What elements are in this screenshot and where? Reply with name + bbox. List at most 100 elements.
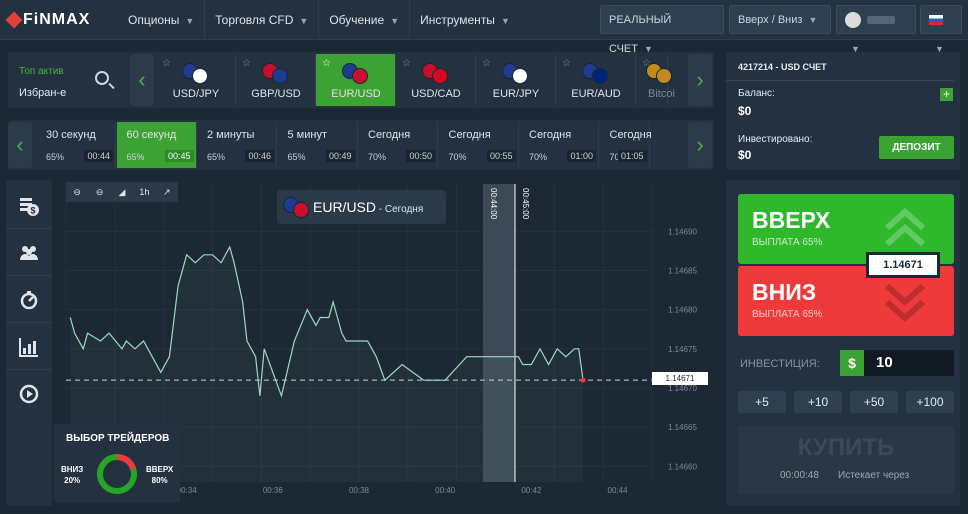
users-icon: [20, 246, 38, 260]
invested-value: $0: [738, 148, 752, 162]
traders-up-pct: 80%: [151, 476, 168, 485]
expiry-tab[interactable]: 5 минут 65% 00:49: [278, 122, 358, 168]
add-100-button[interactable]: +100: [906, 391, 954, 413]
favorites-selector[interactable]: Избран-е: [19, 87, 66, 99]
option-mode-label: Вверх / Вниз: [738, 14, 803, 26]
star-icon[interactable]: ☆: [562, 58, 571, 69]
chart-asset-title[interactable]: EUR/USD - Сегодня: [277, 190, 446, 224]
expiry-tab[interactable]: Сегодня 70% 01:00: [519, 122, 599, 168]
invested-label: Инвестировано:: [738, 134, 813, 145]
menu-tools-label: Инструменты: [420, 13, 495, 27]
user-menu[interactable]: ▼: [836, 5, 916, 54]
top-navigation-bar: FiNMAX Опционы ▼ Торговля CFD ▼ Обучение ▼ …: [0, 0, 968, 55]
top-asset-label: Топ актив: [19, 66, 64, 77]
currency-flag-icon: [262, 63, 292, 84]
tool-social-button[interactable]: [6, 229, 52, 277]
asset-tab[interactable]: ☆ USD/CAD: [396, 54, 476, 106]
asset-tab[interactable]: ☆ USD/JPY: [156, 54, 236, 106]
buy-button[interactable]: КУПИТЬ 00:00:48 Истекает через: [738, 426, 954, 494]
russia-flag-icon: [929, 15, 943, 26]
zoom-out-icon[interactable]: ⊖: [66, 182, 88, 202]
expiry-tab[interactable]: Сегодня 70% 00:55: [439, 122, 519, 168]
timeframe-button[interactable]: 1h: [133, 182, 155, 202]
expiry-scroll-left-button[interactable]: ‹: [8, 122, 32, 168]
tool-stats-button[interactable]: [6, 323, 52, 371]
expiry-time: 00:55: [486, 150, 516, 162]
expiry-payout: 65%: [287, 152, 306, 162]
expiry-tab-label: Сегодня: [368, 129, 411, 141]
double-chevron-up-icon: [885, 208, 925, 247]
star-icon[interactable]: ☆: [402, 58, 411, 69]
expiry-payout: 70%: [529, 152, 548, 162]
add-50-button[interactable]: +50: [850, 391, 898, 413]
language-selector[interactable]: ▼: [920, 5, 962, 54]
coins-icon: $: [20, 198, 39, 216]
traders-up-label: ВВЕРХ: [146, 465, 174, 474]
investment-input[interactable]: $ 10: [840, 350, 954, 376]
expiry-tab[interactable]: Сегодня70%01:05: [600, 122, 652, 168]
chevron-down-icon: ▼: [500, 16, 510, 26]
up-payout: ВЫПЛАТА 65%: [752, 237, 823, 248]
balance-value: $0: [738, 104, 752, 118]
zoom-in-icon[interactable]: ⊖: [88, 182, 110, 202]
svg-text:$: $: [30, 206, 35, 216]
finmax-logo[interactable]: FiNMAX: [5, 10, 91, 30]
down-payout: ВЫПЛАТА 65%: [752, 309, 823, 320]
asset-scroll-left-button[interactable]: ‹: [130, 54, 154, 106]
expiry-tab[interactable]: 30 секунд 65% 00:44: [36, 122, 116, 168]
asset-tab[interactable]: ☆ EUR/USD: [316, 54, 396, 106]
menu-options[interactable]: Опционы ▼: [118, 0, 206, 40]
traders-up: ВВЕРХ 80%: [146, 464, 173, 486]
asset-tab[interactable]: ☆ Bitcoi: [636, 54, 675, 106]
asset-tab[interactable]: ☆ EUR/JPY: [476, 54, 556, 106]
expiry-tab-label: 30 секунд: [46, 129, 96, 141]
area-chart-icon[interactable]: ◢: [111, 182, 133, 202]
expiry-tab-label: Сегодня: [529, 129, 572, 141]
expiry-tab[interactable]: Сегодня 70% 00:50: [358, 122, 438, 168]
asset-tab-label: GBP/USD: [251, 88, 301, 100]
account-title: 4217214 - USD СЧЕТ: [738, 62, 827, 72]
bar-chart-icon: [19, 338, 38, 357]
menu-options-label: Опционы: [128, 13, 180, 27]
currency-flag-icon: [422, 63, 452, 84]
menu-cfd-trading[interactable]: Торговля CFD ▼: [205, 0, 320, 40]
menu-tools[interactable]: Инструменты ▼: [410, 0, 520, 40]
buy-label: КУПИТЬ: [797, 434, 895, 461]
traders-donut: [97, 454, 137, 494]
tool-assets-button[interactable]: $: [6, 182, 52, 230]
expiry-tab-label: Сегодня: [609, 129, 652, 141]
star-icon[interactable]: ☆: [482, 58, 491, 69]
expiry-time: 01:00: [567, 150, 596, 162]
asset-scroll-right-button[interactable]: ›: [688, 54, 712, 106]
asset-tab[interactable]: ☆ EUR/AUD: [556, 54, 636, 106]
expiry-tab[interactable]: 2 минуты 65% 00:46: [197, 122, 277, 168]
asset-search-button[interactable]: [84, 54, 124, 106]
account-type-dropdown[interactable]: РЕАЛЬНЫЙ СЧЕТ ▼: [600, 5, 724, 55]
expiry-tab[interactable]: 60 секунд 65% 00:45: [116, 122, 197, 168]
logo-text: FiNMAX: [23, 11, 91, 28]
expiry-scroll-right-button[interactable]: ›: [688, 122, 712, 168]
expiry-tab-label: 60 секунд: [126, 129, 177, 141]
expiry-tab-label: Сегодня: [448, 129, 491, 141]
star-icon[interactable]: ☆: [162, 58, 171, 69]
balance-label: Баланс:: [738, 88, 775, 99]
tool-video-button[interactable]: [6, 370, 52, 418]
expiry-payout: 70%: [368, 152, 387, 162]
chart-toolbar: ⊖ ⊖ ◢ 1h ↗: [66, 182, 178, 202]
logo-mark-icon: [5, 11, 23, 29]
asset-tab[interactable]: ☆ GBP/USD: [236, 54, 316, 106]
line-chart-icon[interactable]: ↗: [156, 182, 178, 202]
asset-tab-label: EUR/AUD: [571, 88, 621, 100]
user-name-masked: [867, 16, 895, 25]
expiry-time: 00:46: [245, 150, 274, 162]
star-icon[interactable]: ☆: [242, 58, 251, 69]
star-icon[interactable]: ☆: [322, 58, 331, 69]
add-5-button[interactable]: +5: [738, 391, 786, 413]
deposit-button[interactable]: ДЕПОЗИТ: [879, 136, 954, 159]
option-mode-dropdown[interactable]: Вверх / Вниз ▼: [729, 5, 831, 34]
add-funds-button[interactable]: +: [940, 88, 953, 101]
add-10-button[interactable]: +10: [794, 391, 842, 413]
menu-education-label: Обучение: [329, 13, 385, 27]
menu-education[interactable]: Обучение ▼: [319, 0, 411, 40]
tool-history-button[interactable]: [6, 276, 52, 324]
